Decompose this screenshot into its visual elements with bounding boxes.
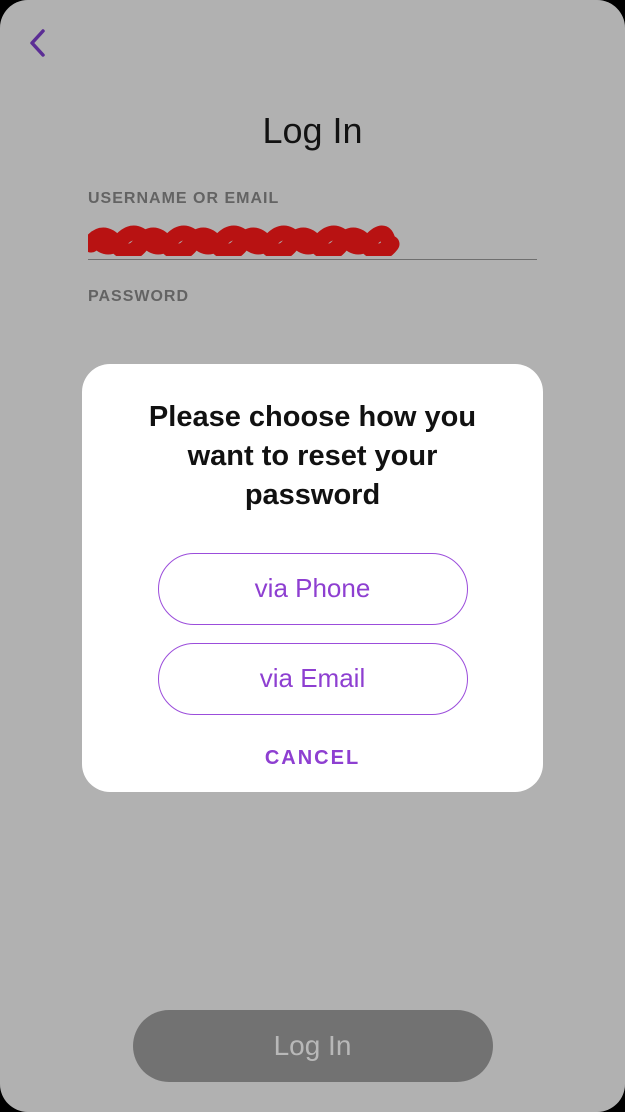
- reset-via-phone-button[interactable]: via Phone: [158, 553, 468, 625]
- modal-title: Please choose how you want to reset your…: [110, 398, 515, 515]
- cancel-button[interactable]: CANCEL: [265, 747, 360, 770]
- login-screen: Log In USERNAME OR EMAIL PASSWORD Log In…: [0, 0, 625, 1112]
- password-reset-modal: Please choose how you want to reset your…: [82, 364, 543, 792]
- reset-via-email-button[interactable]: via Email: [158, 643, 468, 715]
